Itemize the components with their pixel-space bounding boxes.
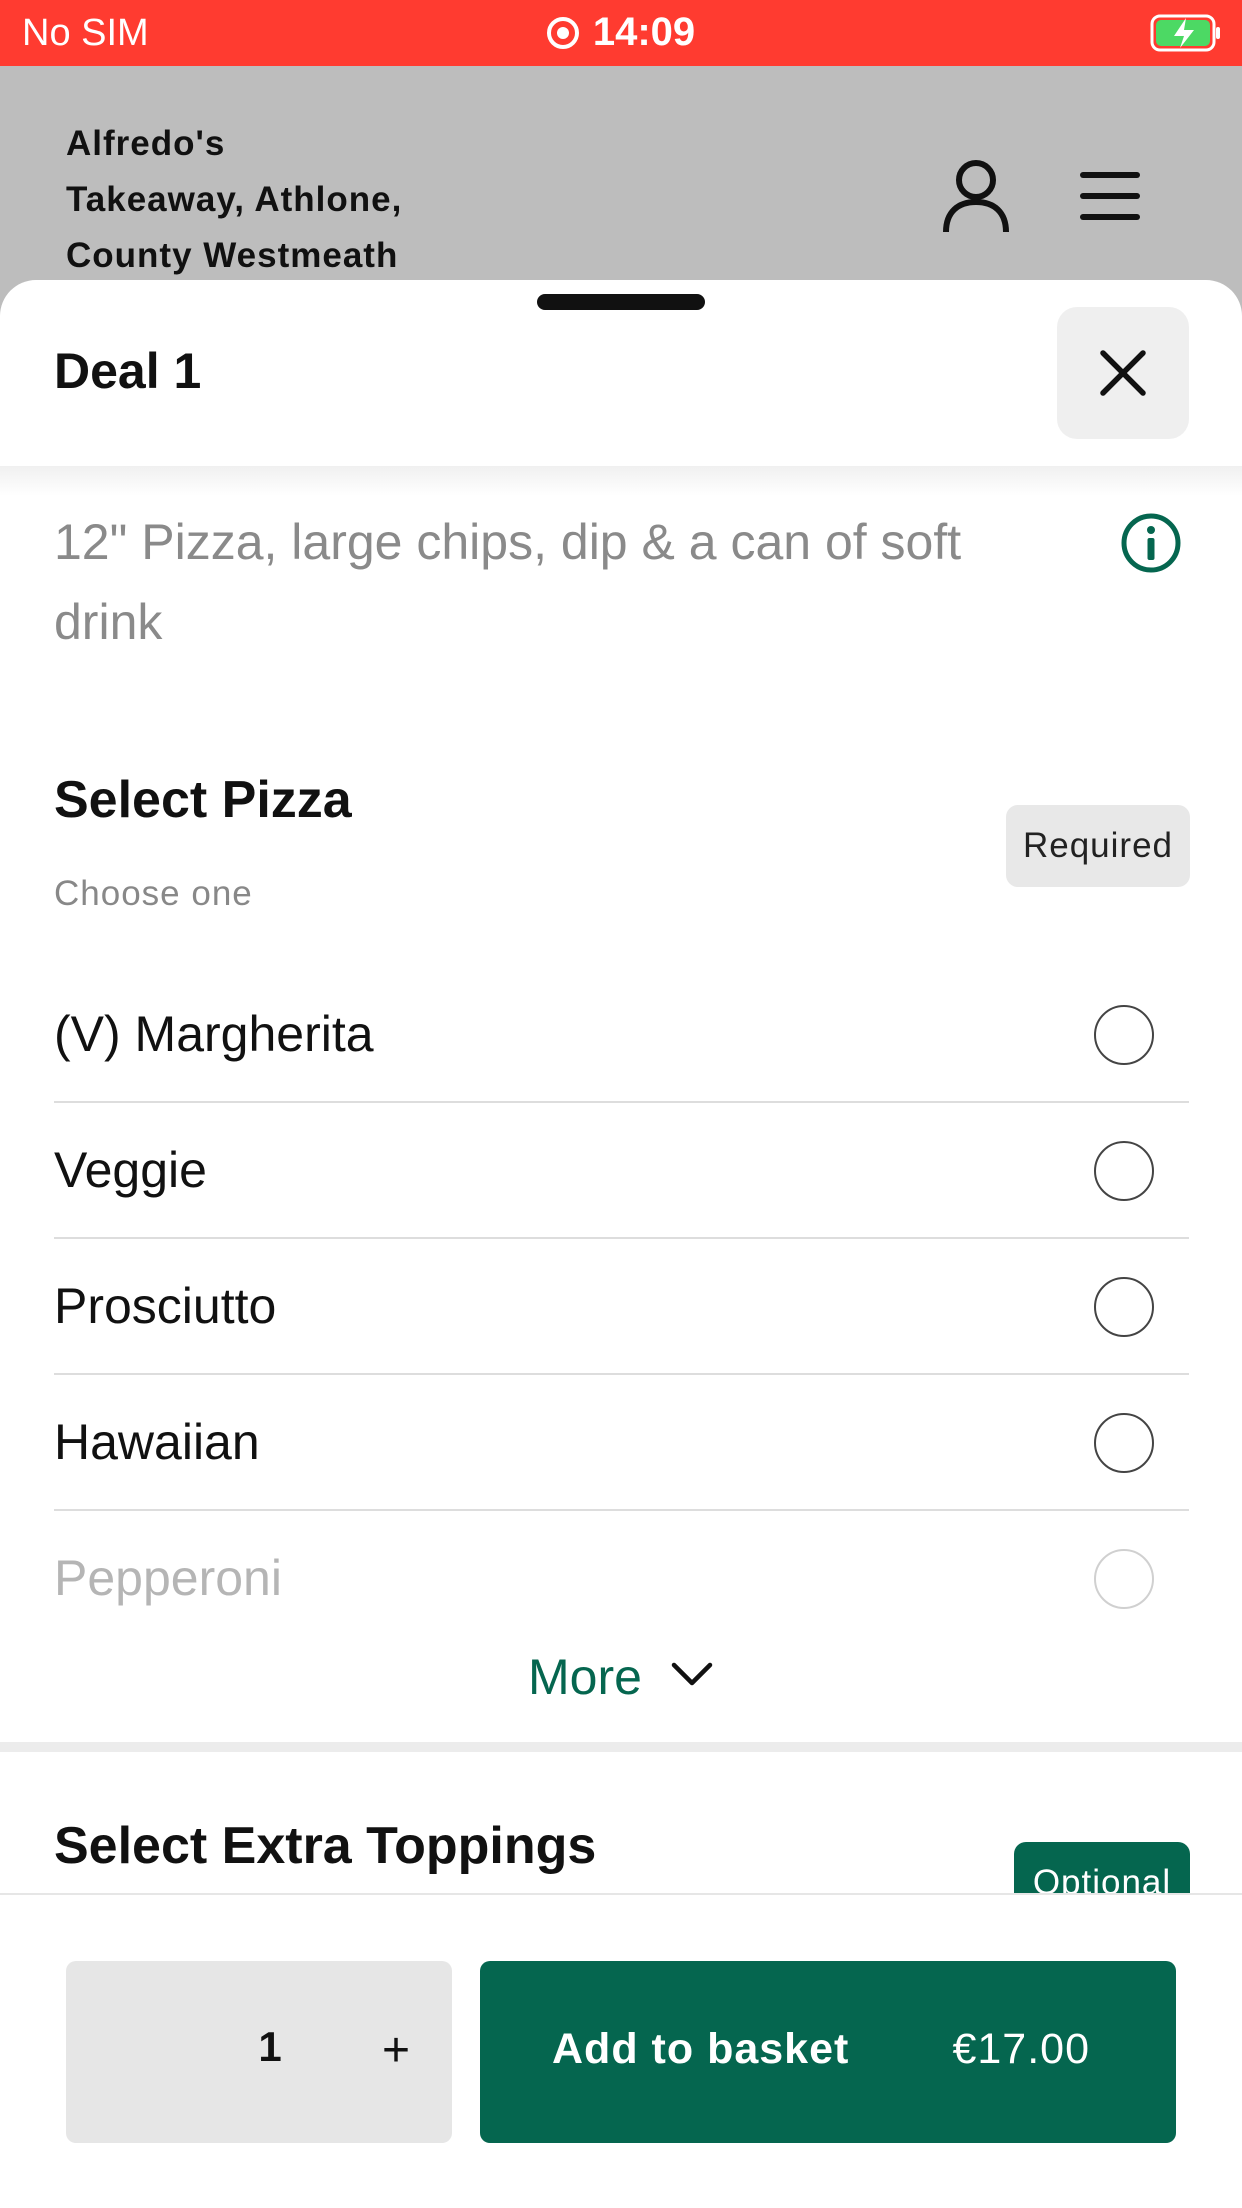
radio-button[interactable] bbox=[1094, 1141, 1154, 1201]
status-bar: No SIM 14:09 bbox=[0, 0, 1242, 66]
total-price: €17.00 bbox=[952, 2025, 1090, 2073]
radio-button[interactable] bbox=[1094, 1005, 1154, 1065]
sheet-grabber[interactable] bbox=[537, 294, 705, 310]
item-title: Deal 1 bbox=[54, 343, 202, 399]
increment-button[interactable]: + bbox=[356, 2011, 436, 2091]
pizza-option[interactable]: Prosciutto bbox=[54, 1239, 1189, 1375]
restaurant-header: Alfredo's Takeaway, Athlone, County West… bbox=[0, 66, 1242, 306]
radio-button[interactable] bbox=[1094, 1549, 1154, 1609]
close-button[interactable] bbox=[1057, 307, 1189, 439]
status-center: 14:09 bbox=[0, 10, 1242, 55]
pizza-option[interactable]: (V) Margherita bbox=[54, 967, 1189, 1103]
quantity-stepper[interactable]: 1 + bbox=[66, 1961, 452, 2143]
header-divider bbox=[0, 466, 1242, 496]
status-time: 14:09 bbox=[592, 10, 696, 54]
pizza-section-title: Select Pizza bbox=[54, 771, 352, 829]
item-description: 12" Pizza, large chips, dip & a can of s… bbox=[54, 514, 962, 650]
pizza-option-label: (V) Margherita bbox=[54, 1006, 374, 1062]
toppings-section-title: Select Extra Toppings bbox=[54, 1817, 597, 1875]
radio-button[interactable] bbox=[1094, 1277, 1154, 1337]
pizza-option-label: Prosciutto bbox=[54, 1278, 277, 1334]
pizza-option-label: Veggie bbox=[54, 1142, 207, 1198]
restaurant-name: Alfredo's Takeaway, Athlone, County West… bbox=[66, 124, 403, 275]
radio-button[interactable] bbox=[1094, 1413, 1154, 1473]
more-button[interactable]: More bbox=[0, 1648, 1242, 1706]
info-icon[interactable] bbox=[1120, 512, 1182, 574]
chevron-down-icon bbox=[671, 1662, 713, 1686]
quantity-value: 1 bbox=[258, 2023, 282, 2070]
section-divider bbox=[0, 1742, 1242, 1752]
pizza-options-list: (V) Margherita Veggie Prosciutto Hawaiia… bbox=[54, 967, 1189, 1647]
battery-charging-icon bbox=[1150, 14, 1220, 52]
add-to-basket-label: Add to basket bbox=[552, 2025, 850, 2073]
pizza-option[interactable]: Pepperoni bbox=[54, 1511, 1189, 1647]
pizza-option[interactable]: Veggie bbox=[54, 1103, 1189, 1239]
pizza-section-subtitle: Choose one bbox=[54, 874, 253, 913]
add-to-basket-button[interactable]: Add to basket €17.00 bbox=[480, 1961, 1176, 2143]
hamburger-menu-icon[interactable] bbox=[1070, 156, 1150, 236]
required-badge: Required bbox=[1006, 805, 1190, 887]
more-label: More bbox=[528, 1649, 642, 1705]
bottom-action-bar: 1 + Add to basket €17.00 bbox=[0, 1893, 1242, 2208]
account-icon[interactable] bbox=[936, 156, 1016, 236]
close-icon bbox=[1100, 350, 1146, 396]
pizza-option-label: Pepperoni bbox=[54, 1550, 282, 1606]
screen-recording-icon bbox=[546, 17, 579, 49]
pizza-option-label: Hawaiian bbox=[54, 1414, 260, 1470]
pizza-option[interactable]: Hawaiian bbox=[54, 1375, 1189, 1511]
